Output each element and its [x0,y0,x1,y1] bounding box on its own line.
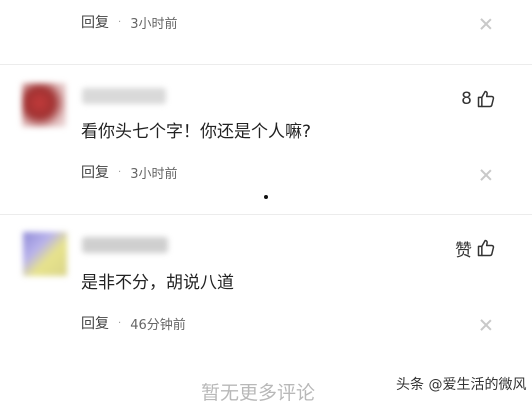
username-redacted[interactable] [82,237,168,253]
close-icon[interactable] [479,17,493,31]
comment-time: 3小时前 [130,16,178,32]
comment-time: 46分钟前 [130,317,186,333]
avatar[interactable] [22,83,66,127]
comment-text: 看你头七个字！你还是个人嘛? [81,122,312,142]
like-count: 赞 [455,240,472,261]
reply-button[interactable]: 回复 [81,12,109,32]
reply-button[interactable]: 回复 [81,162,109,182]
like-count: 8 [461,89,472,109]
meta-separator: · [118,166,122,178]
meta-separator: · [118,16,122,28]
comment-meta: 回复 · 3小时前 [81,162,177,182]
comment-meta: 回复 · 46分钟前 [81,313,186,333]
thumbs-up-icon [477,239,495,257]
meta-separator: · [118,317,122,329]
comment-divider [0,214,532,215]
username-redacted[interactable] [82,88,166,104]
comment-meta: 回复 · 3小时前 [81,12,177,32]
watermark: 头条 @爱生活的微风 [396,377,527,393]
thumbs-up-icon [477,90,495,108]
close-icon[interactable] [479,168,493,182]
avatar[interactable] [23,232,67,276]
reply-button[interactable]: 回复 [81,313,109,333]
like-button[interactable]: 赞 [440,236,496,261]
like-button[interactable]: 8 [440,87,496,111]
close-icon[interactable] [479,318,493,332]
no-more-comments: 暂无更多评论 [201,382,316,402]
comment-time: 3小时前 [130,166,178,182]
comment-divider [0,64,532,65]
stray-dot [264,195,268,199]
comment-text: 是非不分，胡说八道 [81,273,234,293]
